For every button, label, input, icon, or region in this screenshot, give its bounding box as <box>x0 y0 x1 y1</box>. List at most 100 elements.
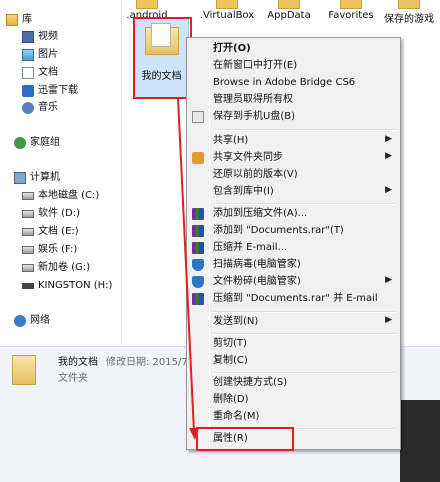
menu-create-shortcut[interactable]: 创建快捷方式(S) <box>189 375 398 391</box>
nav-drive-c[interactable]: 本地磁盘 (C:) <box>22 188 99 204</box>
nav-network[interactable]: 网络 <box>14 313 50 329</box>
background-window-edge <box>400 400 440 482</box>
menu-label: 剪切(T) <box>213 338 247 349</box>
menu-separator <box>213 311 396 313</box>
computer-icon <box>14 172 26 184</box>
winrar-icon <box>192 225 204 237</box>
nav-music-label: 音乐 <box>38 102 58 113</box>
menu-open[interactable]: 打开(O) <box>189 41 398 57</box>
drive-icon <box>22 228 34 236</box>
menu-file-shredder[interactable]: 文件粉碎(电脑管家) ▶ <box>189 274 398 290</box>
menu-take-ownership[interactable]: 管理员取得所有权 <box>189 92 398 108</box>
nav-drive-e[interactable]: 文档 (E:) <box>22 224 79 240</box>
menu-rename[interactable]: 重命名(M) <box>189 409 398 425</box>
menu-compress-to-rar-and-email[interactable]: 压缩到 "Documents.rar" 并 E-mail <box>189 291 398 307</box>
menu-label: 在新窗口中打开(E) <box>213 60 298 71</box>
nav-library[interactable]: 库 <box>6 12 32 28</box>
menu-save-to-phone-usb[interactable]: 保存到手机U盘(B) <box>189 109 398 125</box>
folder-icon <box>340 0 362 9</box>
nav-thunder-downloads[interactable]: 迅雷下载 <box>22 83 78 99</box>
thunder-icon <box>22 85 34 97</box>
submenu-arrow-icon: ▶ <box>385 315 392 325</box>
menu-label: 压缩并 E-mail... <box>213 242 288 253</box>
folder-saved-games[interactable]: 保存的游戏 <box>378 0 440 26</box>
nav-videos-label: 视频 <box>38 31 58 42</box>
nav-network-label: 网络 <box>30 315 50 326</box>
details-name: 我的文档 <box>58 357 98 368</box>
folder-icon <box>278 0 300 9</box>
pictures-icon <box>22 49 34 61</box>
folder-icon <box>216 0 238 9</box>
winrar-icon <box>192 242 204 254</box>
folder-appdata[interactable]: AppData <box>258 0 320 26</box>
highlight-box-properties <box>196 427 294 451</box>
menu-add-to-archive[interactable]: 添加到压缩文件(A)... <box>189 206 398 222</box>
nav-homegroup[interactable]: 家庭组 <box>14 135 60 151</box>
menu-label: 共享(H) <box>213 135 249 146</box>
menu-label: Browse in Adobe Bridge CS6 <box>213 77 356 88</box>
shield-icon <box>192 276 204 288</box>
menu-label: 删除(D) <box>213 394 249 405</box>
menu-label: 包含到库中(I) <box>213 186 274 197</box>
menu-separator <box>213 333 396 335</box>
submenu-arrow-icon: ▶ <box>385 275 392 285</box>
nav-documents[interactable]: 文档 <box>22 65 58 81</box>
folder-favorites[interactable]: Favorites <box>320 0 382 26</box>
menu-scan-virus[interactable]: 扫描病毒(电脑管家) <box>189 257 398 273</box>
nav-drive-h-label: KINGSTON (H:) <box>38 280 113 291</box>
menu-copy[interactable]: 复制(C) <box>189 353 398 369</box>
nav-drive-h[interactable]: KINGSTON (H:) <box>22 278 112 294</box>
nav-computer[interactable]: 计算机 <box>14 170 60 186</box>
submenu-arrow-icon: ▶ <box>385 151 392 161</box>
menu-label: 管理员取得所有权 <box>213 94 293 105</box>
submenu-arrow-icon: ▶ <box>385 134 392 144</box>
menu-label: 创建快捷方式(S) <box>213 377 288 388</box>
menu-open-new-window[interactable]: 在新窗口中打开(E) <box>189 58 398 74</box>
context-menu: 打开(O) 在新窗口中打开(E) Browse in Adobe Bridge … <box>186 37 401 450</box>
menu-open-label: 打开(O) <box>213 43 251 54</box>
menu-browse-adobe-bridge[interactable]: Browse in Adobe Bridge CS6 <box>189 75 398 91</box>
nav-drive-e-label: 文档 (E:) <box>38 226 79 237</box>
menu-share-folder-sync[interactable]: 共享文件夹同步 ▶ <box>189 150 398 166</box>
menu-label: 复制(C) <box>213 355 248 366</box>
nav-documents-label: 文档 <box>38 67 58 78</box>
nav-music[interactable]: 音乐 <box>22 100 58 116</box>
nav-videos[interactable]: 视频 <box>22 29 58 45</box>
folder-icon <box>136 0 158 9</box>
share-sync-icon <box>192 152 204 164</box>
menu-add-to-documents-rar[interactable]: 添加到 "Documents.rar"(T) <box>189 223 398 239</box>
menu-label: 扫描病毒(电脑管家) <box>213 259 301 270</box>
menu-label: 保存到手机U盘(B) <box>213 111 295 122</box>
folder-label: 保存的游戏 <box>384 14 434 25</box>
folder-label: AppData <box>267 10 311 21</box>
nav-drive-g[interactable]: 新加卷 (G:) <box>22 260 90 276</box>
nav-computer-label: 计算机 <box>30 172 60 183</box>
menu-compress-and-email[interactable]: 压缩并 E-mail... <box>189 240 398 256</box>
menu-send-to[interactable]: 发送到(N) ▶ <box>189 314 398 330</box>
app-icon <box>192 111 204 123</box>
folder-label: .VirtualBox <box>199 10 255 21</box>
menu-share[interactable]: 共享(H) ▶ <box>189 133 398 149</box>
drive-icon <box>22 192 34 200</box>
menu-include-in-library[interactable]: 包含到库中(I) ▶ <box>189 184 398 200</box>
winrar-icon <box>192 293 204 305</box>
nav-thunder-label: 迅雷下载 <box>38 85 78 96</box>
menu-delete[interactable]: 删除(D) <box>189 392 398 408</box>
drive-icon <box>22 246 34 254</box>
shield-icon <box>192 259 204 271</box>
menu-label: 共享文件夹同步 <box>213 152 283 163</box>
nav-drive-f[interactable]: 娱乐 (F:) <box>22 242 77 258</box>
folder-virtualbox[interactable]: .VirtualBox <box>196 0 258 26</box>
library-icon <box>6 14 18 26</box>
details-type: 文件夹 <box>58 373 88 384</box>
drive-icon <box>22 210 34 218</box>
details-modified-date: 修改日期: 2015/7/2 <box>106 357 198 368</box>
nav-pictures[interactable]: 图片 <box>22 47 58 63</box>
menu-restore-previous-versions[interactable]: 还原以前的版本(V) <box>189 167 398 183</box>
nav-drive-f-label: 娱乐 (F:) <box>38 244 78 255</box>
nav-drive-d[interactable]: 软件 (D:) <box>22 206 80 222</box>
menu-label: 添加到 "Documents.rar"(T) <box>213 225 344 236</box>
video-icon <box>22 31 34 43</box>
menu-separator <box>213 372 396 374</box>
menu-cut[interactable]: 剪切(T) <box>189 336 398 352</box>
